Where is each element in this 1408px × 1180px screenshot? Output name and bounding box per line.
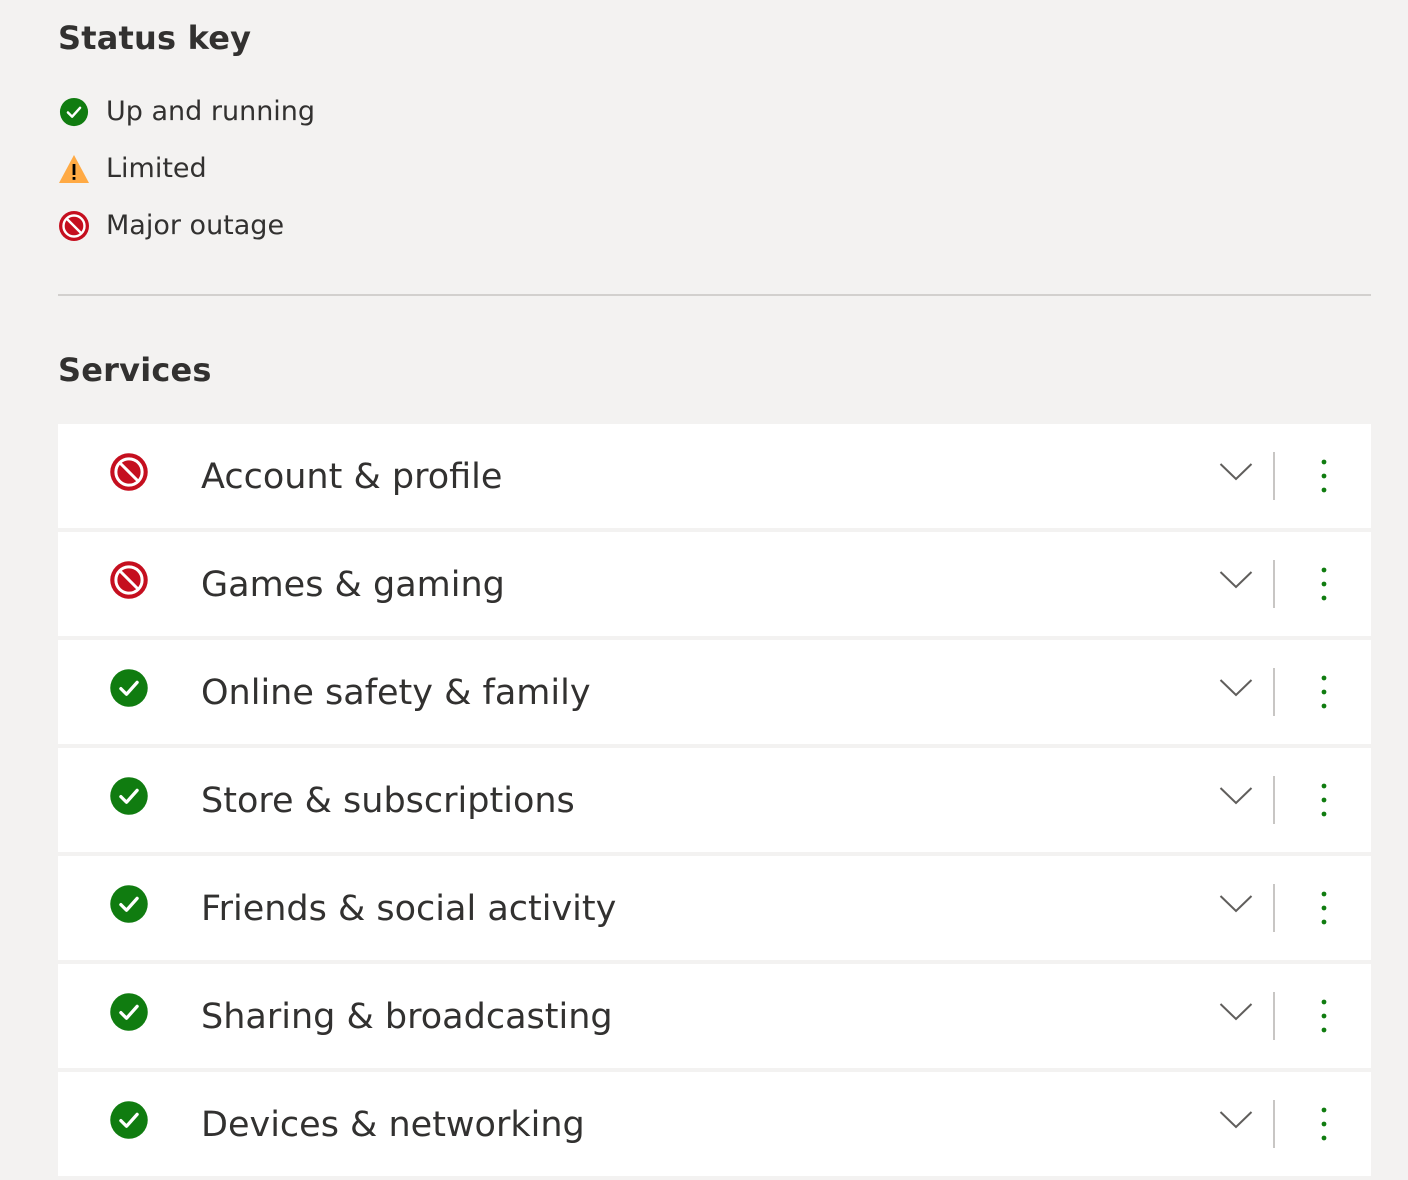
key-item-label: Up and running xyxy=(106,96,316,127)
chevron-down-icon[interactable] xyxy=(1219,1002,1253,1022)
more-vertical-icon[interactable] xyxy=(1310,564,1338,604)
blocked-circle-icon xyxy=(109,452,149,492)
check-circle-icon xyxy=(109,776,149,816)
check-circle-icon xyxy=(109,668,149,708)
row-separator xyxy=(1273,884,1275,932)
key-item-label: Limited xyxy=(106,153,207,184)
chevron-down-icon[interactable] xyxy=(1219,462,1253,482)
check-circle-icon xyxy=(109,992,149,1032)
service-row-friends-social-activity[interactable]: Friends & social activity xyxy=(58,856,1371,960)
service-row-devices-networking[interactable]: Devices & networking xyxy=(58,1072,1371,1176)
row-separator xyxy=(1273,776,1275,824)
row-separator xyxy=(1273,452,1275,500)
service-name: Online safety & family xyxy=(201,673,591,713)
row-separator xyxy=(1273,992,1275,1040)
service-name: Sharing & broadcasting xyxy=(201,997,613,1037)
chevron-down-icon[interactable] xyxy=(1219,786,1253,806)
section-divider xyxy=(58,294,1371,296)
key-item-label: Major outage xyxy=(106,210,285,241)
more-vertical-icon[interactable] xyxy=(1310,456,1338,496)
check-circle-icon xyxy=(109,884,149,924)
service-name: Account & profile xyxy=(201,457,503,497)
service-row-sharing-broadcasting[interactable]: Sharing & broadcasting xyxy=(58,964,1371,1068)
more-vertical-icon[interactable] xyxy=(1310,996,1338,1036)
status-key-title: Status key xyxy=(58,19,252,57)
chevron-down-icon[interactable] xyxy=(1219,678,1253,698)
service-row-account-profile[interactable]: Account & profile xyxy=(58,424,1371,528)
row-separator xyxy=(1273,560,1275,608)
chevron-down-icon[interactable] xyxy=(1219,1110,1253,1130)
row-separator xyxy=(1273,668,1275,716)
services-title: Services xyxy=(58,351,212,389)
service-name: Store & subscriptions xyxy=(201,781,575,821)
warning-triangle-icon xyxy=(58,153,90,185)
chevron-down-icon[interactable] xyxy=(1219,570,1253,590)
key-item-limited: Limited xyxy=(58,147,315,204)
chevron-down-icon[interactable] xyxy=(1219,894,1253,914)
services-list: Account & profile Games & gaming Online … xyxy=(58,424,1371,1180)
row-separator xyxy=(1273,1100,1275,1148)
service-name: Devices & networking xyxy=(201,1105,585,1145)
service-name: Games & gaming xyxy=(201,565,505,605)
blocked-circle-icon xyxy=(109,560,149,600)
check-circle-icon xyxy=(58,96,90,128)
more-vertical-icon[interactable] xyxy=(1310,672,1338,712)
service-name: Friends & social activity xyxy=(201,889,617,929)
service-row-games-gaming[interactable]: Games & gaming xyxy=(58,532,1371,636)
service-row-store-subscriptions[interactable]: Store & subscriptions xyxy=(58,748,1371,852)
key-item-up: Up and running xyxy=(58,90,315,147)
key-item-outage: Major outage xyxy=(58,204,315,261)
blocked-circle-icon xyxy=(58,210,90,242)
more-vertical-icon[interactable] xyxy=(1310,888,1338,928)
more-vertical-icon[interactable] xyxy=(1310,780,1338,820)
check-circle-icon xyxy=(109,1100,149,1140)
status-key-list: Up and running Limited Major outage xyxy=(58,90,315,261)
service-row-online-safety-family[interactable]: Online safety & family xyxy=(58,640,1371,744)
more-vertical-icon[interactable] xyxy=(1310,1104,1338,1144)
